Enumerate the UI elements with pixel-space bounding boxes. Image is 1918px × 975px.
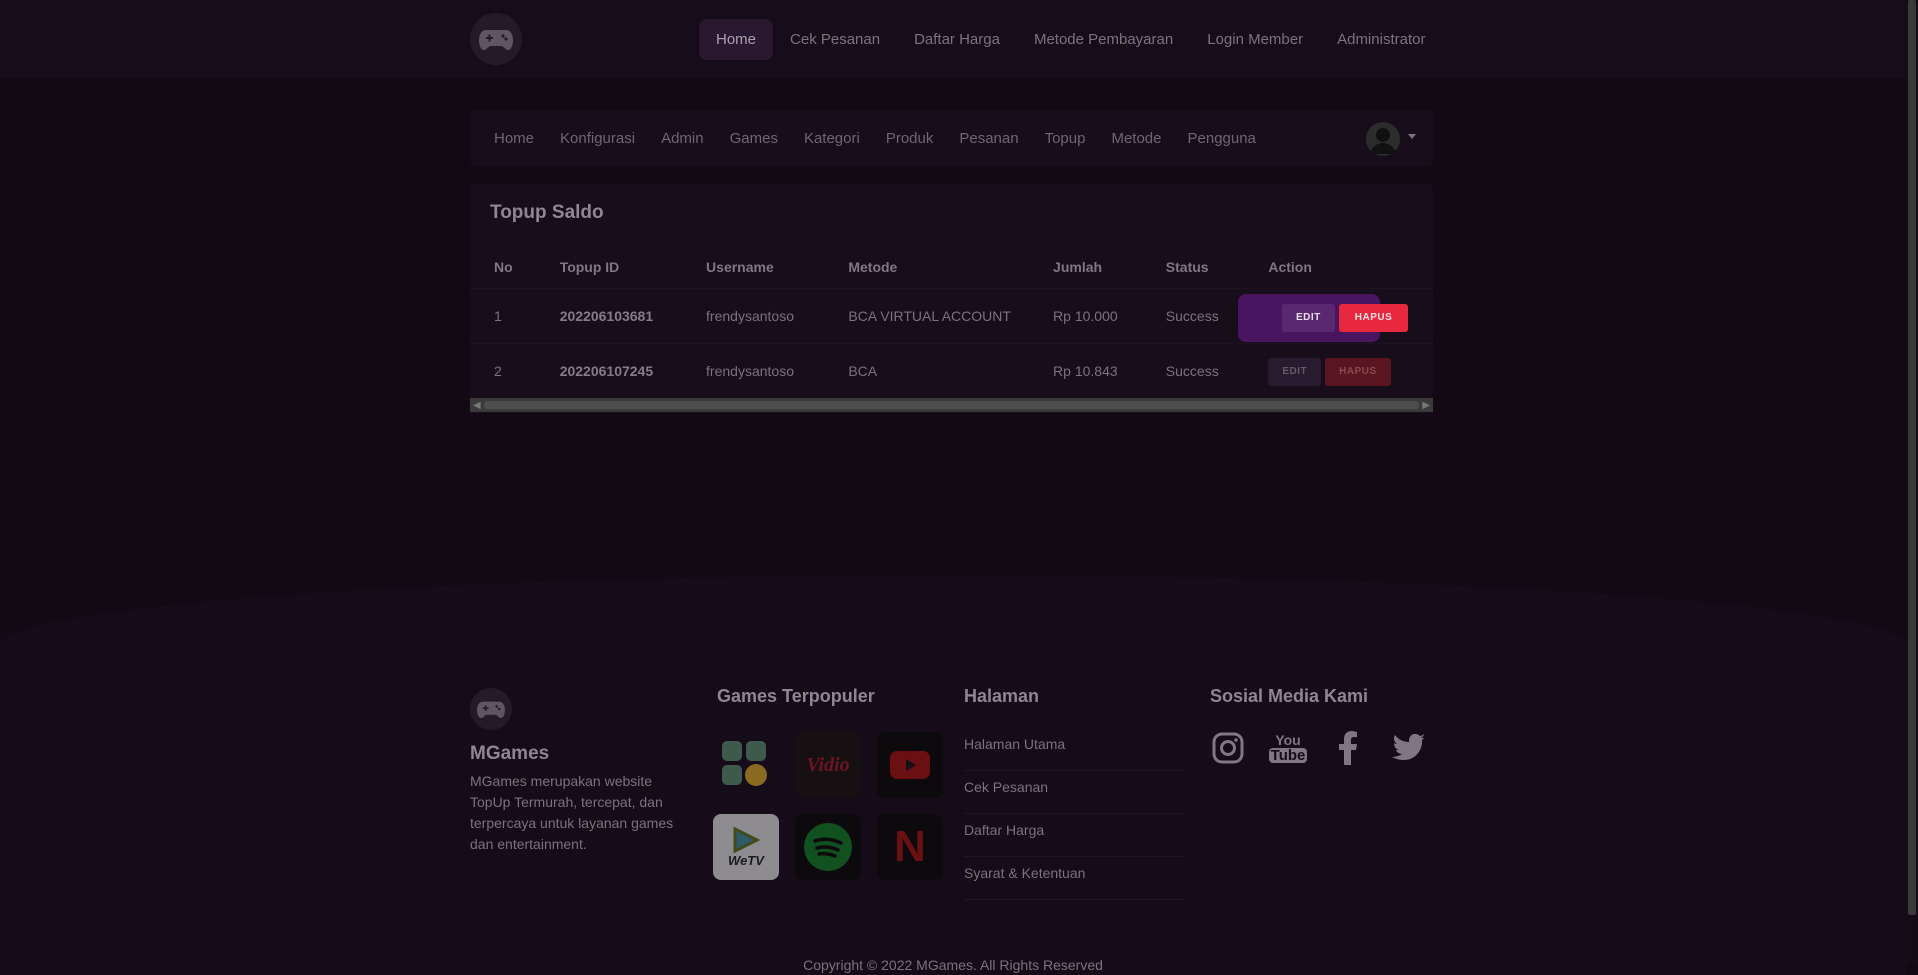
vertical-scrollbar[interactable] xyxy=(1906,0,1918,965)
admin-nav-metode[interactable]: Metode xyxy=(1098,118,1174,159)
admin-nav-kategori[interactable]: Kategori xyxy=(791,118,873,159)
cell-action: EDIT HAPUS xyxy=(1244,343,1433,398)
card-title: Topup Saldo xyxy=(490,202,604,223)
wetv-icon[interactable]: WeTV xyxy=(713,814,779,880)
col-metode: Metode xyxy=(848,259,898,275)
admin-nav-konfigurasi[interactable]: Konfigurasi xyxy=(547,118,648,159)
netflix-icon[interactable]: N xyxy=(877,814,943,880)
footer-link-halaman-utama[interactable]: Halaman Utama xyxy=(964,728,1184,771)
footer-description: MGames merupakan website TopUp Termurah,… xyxy=(470,773,674,852)
row-1-actions: EDIT HAPUS xyxy=(1282,302,1409,332)
footer-logo xyxy=(470,688,512,730)
cell-username: frendysantoso xyxy=(682,288,825,344)
horizontal-scroll-thumb[interactable] xyxy=(484,401,1419,409)
cell-status: Success xyxy=(1141,288,1245,344)
wetv-label: WeTV xyxy=(728,852,764,868)
social-icons: You Tube xyxy=(1210,730,1426,766)
cell-no: 2 xyxy=(470,343,536,398)
footer-background xyxy=(0,575,1906,975)
cell-topup-id: 202206107245 xyxy=(535,343,683,398)
user-avatar[interactable] xyxy=(1366,122,1400,156)
col-topup-id: Topup ID xyxy=(559,259,620,275)
scroll-right-icon[interactable]: ▶ xyxy=(1422,400,1430,411)
youtube-icon[interactable] xyxy=(877,732,943,798)
edit-button[interactable]: EDIT xyxy=(1282,304,1335,332)
cell-topup-id: 202206103681 xyxy=(535,288,683,344)
col-status: Status xyxy=(1165,259,1209,275)
apps-coin-icon[interactable] xyxy=(713,732,779,798)
admin-navbar: Home Konfigurasi Admin Games Kategori Pr… xyxy=(470,110,1433,166)
vertical-scroll-thumb[interactable] xyxy=(1908,0,1916,915)
nav-home[interactable]: Home xyxy=(699,19,774,60)
nav-metode-pembayaran[interactable]: Metode Pembayaran xyxy=(1017,19,1190,60)
edit-button[interactable]: EDIT xyxy=(1268,358,1322,386)
youtube-icon[interactable]: You Tube xyxy=(1268,730,1308,766)
social-heading: Sosial Media Kami xyxy=(1210,686,1369,706)
cell-metode: BCA xyxy=(824,343,1030,398)
hapus-button[interactable]: HAPUS xyxy=(1338,304,1409,332)
nav-administrator[interactable]: Administrator xyxy=(1320,19,1442,60)
pages-heading: Halaman xyxy=(964,686,1040,706)
footer-link-daftar-harga[interactable]: Daftar Harga xyxy=(964,814,1184,857)
col-jumlah: Jumlah xyxy=(1053,259,1103,275)
col-username: Username xyxy=(706,259,774,275)
vidio-icon[interactable]: Vidio xyxy=(795,732,861,798)
nav-daftar-harga[interactable]: Daftar Harga xyxy=(897,19,1017,60)
horizontal-scrollbar[interactable]: ◀ ▶ xyxy=(470,398,1433,412)
twitter-icon[interactable] xyxy=(1390,730,1426,766)
admin-nav-admin[interactable]: Admin xyxy=(648,118,717,159)
games-heading: Games Terpopuler xyxy=(717,686,875,706)
footer-link-cek-pesanan[interactable]: Cek Pesanan xyxy=(964,771,1184,814)
cell-no: 1 xyxy=(470,288,536,344)
cell-status: Success xyxy=(1141,343,1245,398)
instagram-icon[interactable] xyxy=(1210,730,1246,766)
col-action: Action xyxy=(1268,259,1312,275)
spotify-icon[interactable] xyxy=(795,814,861,880)
gamepad-icon xyxy=(477,701,505,718)
admin-nav-pengguna[interactable]: Pengguna xyxy=(1175,118,1269,159)
copyright: Copyright © 2022 MGames. All Rights Rese… xyxy=(803,957,1103,973)
cell-jumlah: Rp 10.843 xyxy=(1029,343,1142,398)
site-logo[interactable] xyxy=(470,13,522,65)
user-icon xyxy=(1370,128,1396,154)
gamepad-icon xyxy=(479,30,513,50)
admin-nav: Home Konfigurasi Admin Games Kategori Pr… xyxy=(481,118,1269,159)
admin-nav-produk[interactable]: Produk xyxy=(873,118,947,159)
table-header-row: No Topup ID Username Metode Jumlah Statu… xyxy=(470,246,1433,289)
admin-nav-home[interactable]: Home xyxy=(481,118,547,159)
games-grid: Vidio WeTV N xyxy=(713,732,943,880)
top-navbar: Home Cek Pesanan Daftar Harga Metode Pem… xyxy=(0,0,1906,78)
hapus-button[interactable]: HAPUS xyxy=(1325,358,1391,386)
cell-metode: BCA VIRTUAL ACCOUNT xyxy=(824,288,1030,344)
cell-jumlah: Rp 10.000 xyxy=(1029,288,1142,344)
admin-nav-games[interactable]: Games xyxy=(717,118,791,159)
main-nav: Home Cek Pesanan Daftar Harga Metode Pem… xyxy=(699,19,1442,60)
admin-nav-topup[interactable]: Topup xyxy=(1032,118,1099,159)
col-no: No xyxy=(494,259,513,275)
youtube-text-tube: Tube xyxy=(1268,747,1308,764)
footer-brand: MGames xyxy=(470,743,550,764)
facebook-icon[interactable] xyxy=(1330,730,1366,766)
admin-nav-pesanan[interactable]: Pesanan xyxy=(946,118,1031,159)
cell-username: frendysantoso xyxy=(682,343,825,398)
nav-cek-pesanan[interactable]: Cek Pesanan xyxy=(773,19,897,60)
footer-link-syarat-ketentuan[interactable]: Syarat & Ketentuan xyxy=(964,857,1184,900)
chevron-down-icon[interactable] xyxy=(1408,134,1416,139)
youtube-text-you: You xyxy=(1275,732,1301,748)
nav-login-member[interactable]: Login Member xyxy=(1190,19,1320,60)
footer-links: Halaman Utama Cek Pesanan Daftar Harga S… xyxy=(964,728,1184,900)
table-row: 2 202206107245 frendysantoso BCA Rp 10.8… xyxy=(470,343,1433,398)
scroll-left-icon[interactable]: ◀ xyxy=(473,400,481,411)
